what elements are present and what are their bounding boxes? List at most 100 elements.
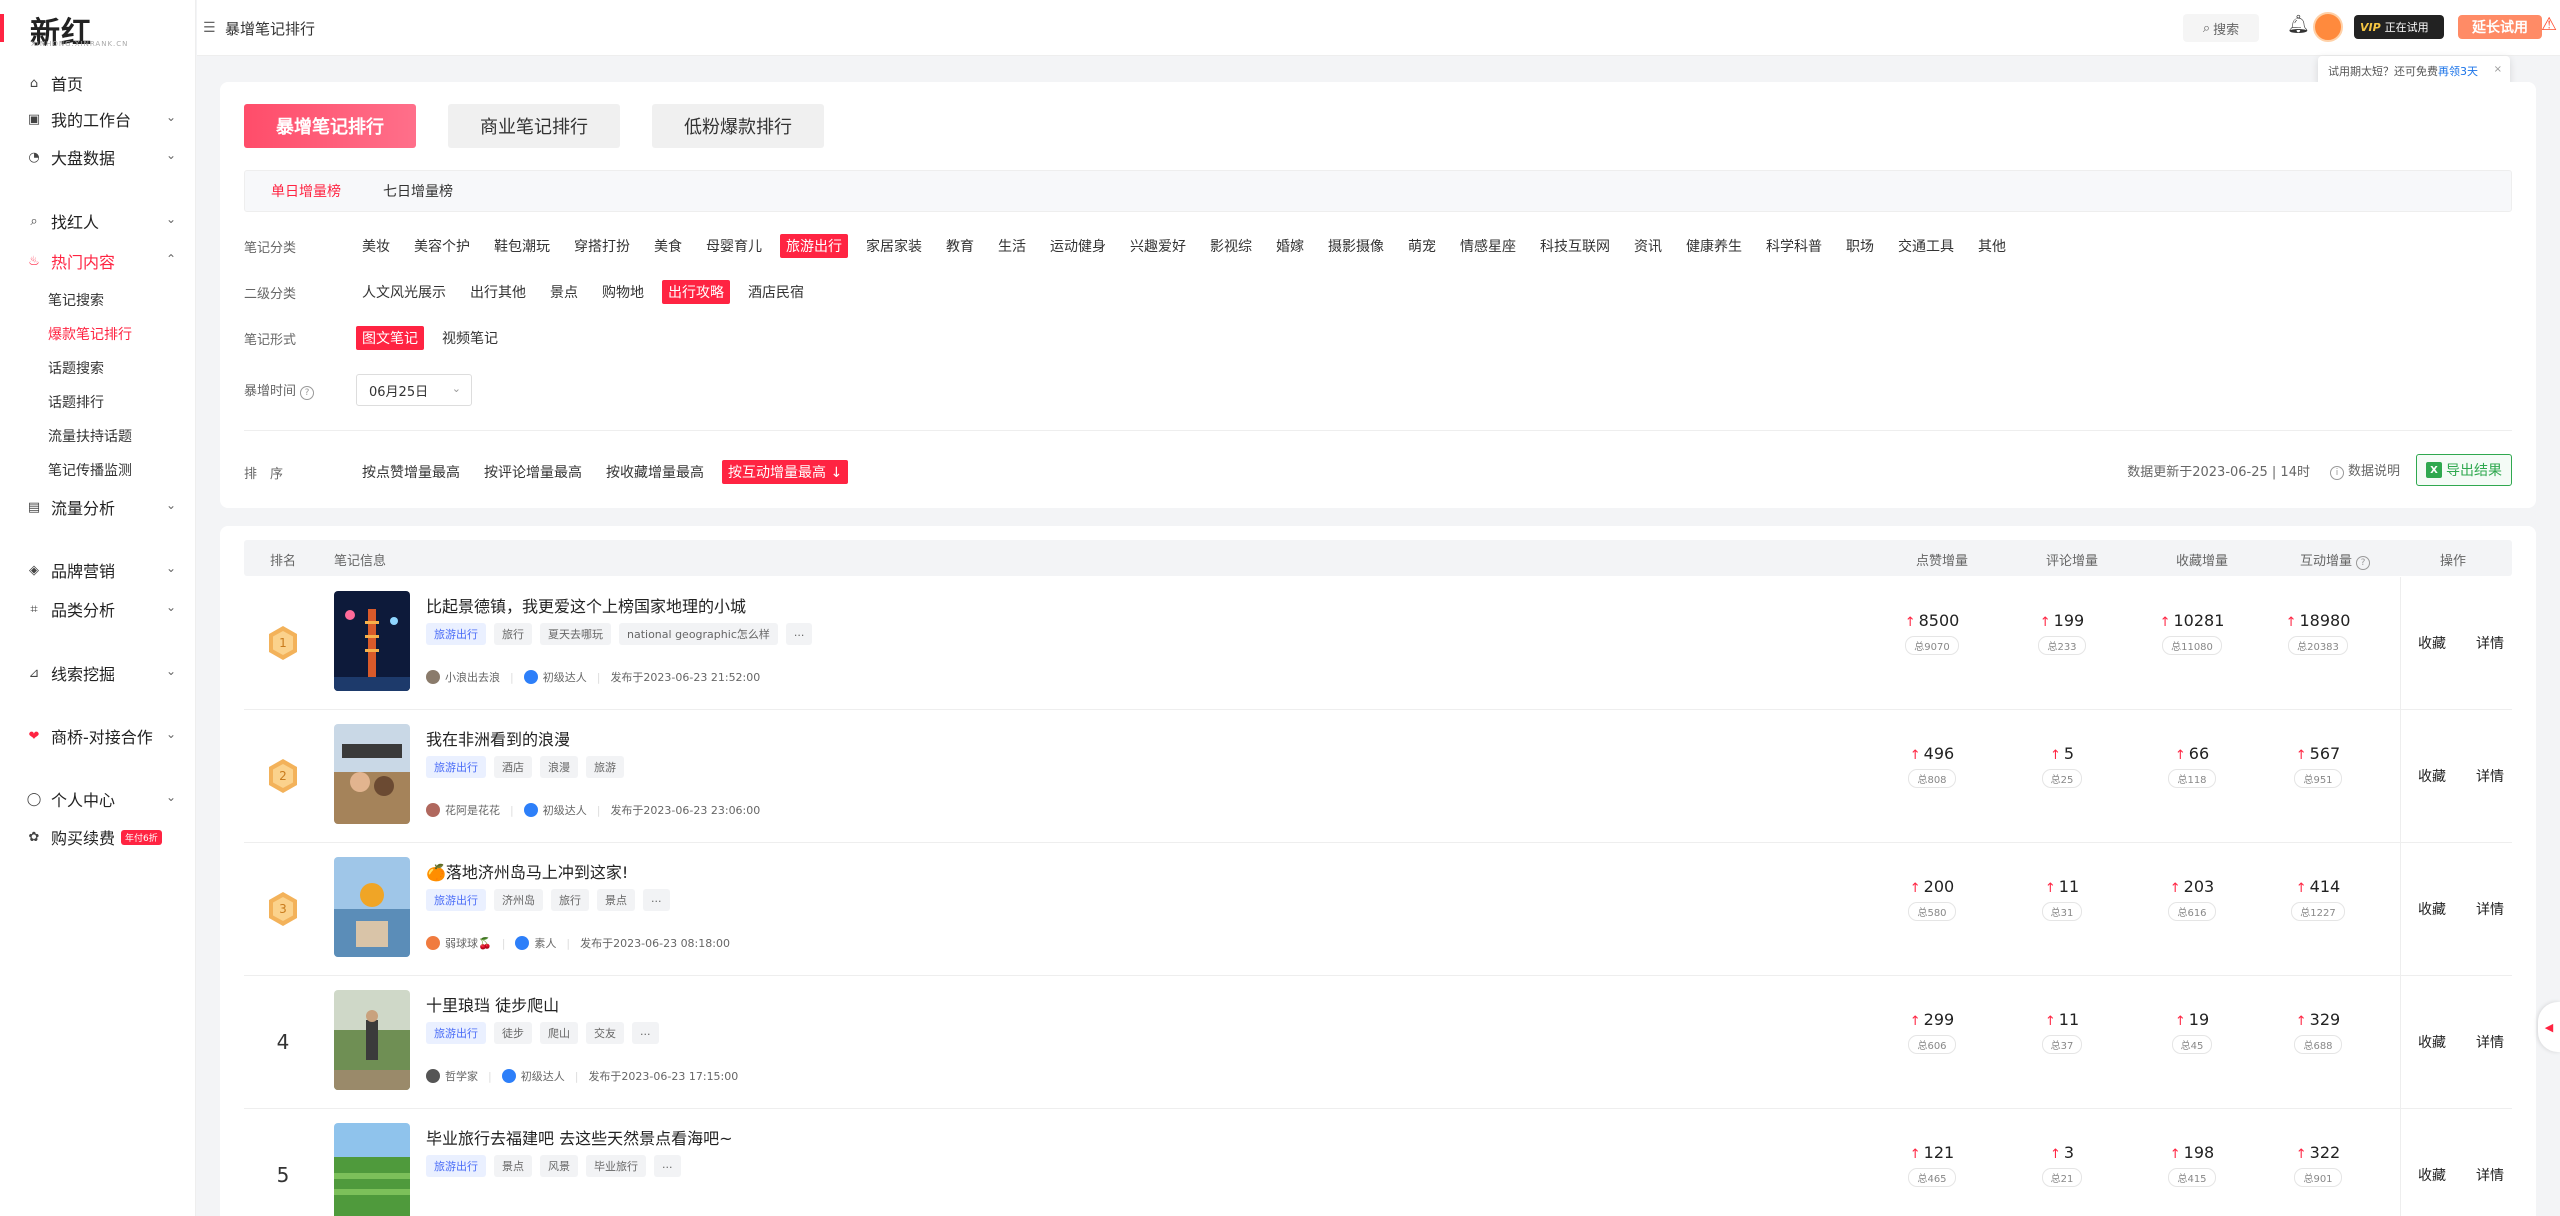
category-chip[interactable]: 婚嫁 — [1270, 234, 1310, 258]
vip-badge[interactable]: VIP 正在试用 — [2354, 15, 2444, 39]
category-chip[interactable]: 生活 — [992, 234, 1032, 258]
tab-surge-notes[interactable]: 暴增笔记排行 — [244, 104, 416, 148]
category-chip[interactable]: 资讯 — [1628, 234, 1668, 258]
note-title[interactable]: 比起景德镇，我更爱这个上榜国家地理的小城 — [426, 593, 746, 617]
menu-icon[interactable]: ☰ — [203, 20, 216, 36]
note-thumbnail[interactable] — [334, 1123, 410, 1216]
date-select[interactable]: 06月25日 ⌄ — [356, 374, 472, 406]
category-chip[interactable]: 情感星座 — [1454, 234, 1522, 258]
category-chip[interactable]: 教育 — [940, 234, 980, 258]
nav-traffic-analysis[interactable]: ▤ 流量分析 ⌄ — [0, 494, 196, 520]
subcategory-chip[interactable]: 购物地 — [596, 280, 650, 304]
collapse-arrow-icon[interactable]: ◀ — [2538, 1002, 2560, 1052]
collect-button[interactable]: 收藏 — [2418, 1165, 2446, 1185]
note-thumbnail[interactable] — [334, 591, 410, 691]
author-name[interactable]: 花阿是花花 — [445, 802, 500, 818]
subcategory-chip[interactable]: 人文风光展示 — [356, 280, 452, 304]
category-chip[interactable]: 影视综 — [1204, 234, 1258, 258]
sort-comments[interactable]: 按评论增量最高 — [478, 460, 588, 484]
detail-button[interactable]: 详情 — [2476, 633, 2504, 653]
close-icon[interactable]: × — [2494, 64, 2502, 75]
category-chip[interactable]: 摄影摄像 — [1322, 234, 1390, 258]
export-button[interactable]: X 导出结果 — [2416, 454, 2512, 486]
collect-button[interactable]: 收藏 — [2418, 633, 2446, 653]
more-tags[interactable]: ... — [643, 889, 670, 911]
more-tags[interactable]: ... — [785, 623, 813, 645]
collect-button[interactable]: 收藏 — [2418, 899, 2446, 919]
category-chip[interactable]: 家居家装 — [860, 234, 928, 258]
bell-icon[interactable]: 🔔︎ — [2287, 14, 2310, 35]
nav-home[interactable]: ⌂ 首页 — [0, 70, 196, 96]
category-chip[interactable]: 运动健身 — [1044, 234, 1112, 258]
more-tags[interactable]: ... — [654, 1155, 681, 1177]
nav-hot-content[interactable]: ♨ 热门内容 ⌃ — [0, 248, 196, 274]
warning-icon[interactable]: ⚠ — [2541, 14, 2557, 35]
subnav-traffic-topic[interactable]: 流量扶持话题 — [48, 426, 132, 446]
detail-button[interactable]: 详情 — [2476, 1165, 2504, 1185]
search-button[interactable]: ⌕ 搜索 — [2183, 14, 2259, 42]
category-chip[interactable]: 科技互联网 — [1534, 234, 1616, 258]
sort-collects[interactable]: 按收藏增量最高 — [600, 460, 710, 484]
category-chip[interactable]: 母婴育儿 — [700, 234, 768, 258]
nav-brand-marketing[interactable]: ◈ 品牌营销 ⌄ — [0, 557, 196, 583]
category-chip[interactable]: 美妆 — [356, 234, 396, 258]
note-title[interactable]: 毕业旅行去福建吧 去这些天然景点看海吧~ — [426, 1125, 733, 1149]
nav-clue-mining[interactable]: ⊿ 线索挖掘 ⌄ — [0, 660, 196, 686]
collect-button[interactable]: 收藏 — [2418, 766, 2446, 786]
note-thumbnail[interactable] — [334, 857, 410, 957]
collect-button[interactable]: 收藏 — [2418, 1032, 2446, 1052]
subtab-daily[interactable]: 单日增量榜 — [271, 181, 341, 201]
sort-likes[interactable]: 按点赞增量最高 — [356, 460, 466, 484]
author-name[interactable]: 哲学家 — [445, 1068, 478, 1084]
extend-trial-button[interactable]: 延长试用 — [2458, 15, 2542, 39]
help-icon[interactable]: ? — [2356, 556, 2371, 570]
note-title[interactable]: 十里琅珰 徒步爬山 — [426, 992, 559, 1016]
nav-workbench[interactable]: ▣ 我的工作台 ⌄ — [0, 106, 196, 132]
category-chip[interactable]: 美食 — [648, 234, 688, 258]
subcategory-chip-selected[interactable]: 出行攻略 — [662, 280, 730, 304]
nav-purchase[interactable]: ✿ 购买续费 年付6折 — [0, 824, 196, 850]
category-chip[interactable]: 兴趣爱好 — [1124, 234, 1192, 258]
category-chip[interactable]: 其他 — [1972, 234, 2012, 258]
category-chip[interactable]: 健康养生 — [1680, 234, 1748, 258]
nav-category-analysis[interactable]: ⌗ 品类分析 ⌄ — [0, 596, 196, 622]
nav-business-bridge[interactable]: ❤ 商桥-对接合作 ⌄ — [0, 723, 196, 749]
sort-interactions-selected[interactable]: 按互动增量最高 ↓ — [722, 460, 849, 484]
category-chip[interactable]: 美容个护 — [408, 234, 476, 258]
nav-personal-center[interactable]: ◯ 个人中心 ⌄ — [0, 786, 196, 812]
note-thumbnail[interactable] — [334, 724, 410, 824]
category-chip[interactable]: 穿搭打扮 — [568, 234, 636, 258]
detail-button[interactable]: 详情 — [2476, 766, 2504, 786]
subnav-viral-note-rank[interactable]: 爆款笔记排行 — [48, 324, 132, 344]
subtab-weekly[interactable]: 七日增量榜 — [383, 181, 453, 201]
detail-button[interactable]: 详情 — [2476, 1032, 2504, 1052]
subcategory-chip[interactable]: 酒店民宿 — [742, 280, 810, 304]
more-tags[interactable]: ... — [632, 1022, 659, 1044]
author-name[interactable]: 小浪出去浪 — [445, 669, 500, 685]
category-chip[interactable]: 职场 — [1840, 234, 1880, 258]
subcategory-chip[interactable]: 景点 — [544, 280, 584, 304]
tab-low-fan-viral[interactable]: 低粉爆款排行 — [652, 104, 824, 148]
category-chip[interactable]: 交通工具 — [1892, 234, 1960, 258]
category-chip-selected[interactable]: 旅游出行 — [780, 234, 848, 258]
subnav-note-search[interactable]: 笔记搜索 — [48, 290, 104, 310]
nav-dashboard[interactable]: ◔ 大盘数据 ⌄ — [0, 144, 196, 170]
category-chip[interactable]: 萌宠 — [1402, 234, 1442, 258]
form-chip-selected[interactable]: 图文笔记 — [356, 326, 424, 350]
note-title[interactable]: 🍊落地济州岛马上冲到这家! — [426, 859, 628, 883]
author-name[interactable]: 弱球球🍒 — [445, 935, 492, 951]
subcategory-chip[interactable]: 出行其他 — [464, 280, 532, 304]
detail-button[interactable]: 详情 — [2476, 899, 2504, 919]
note-thumbnail[interactable] — [334, 990, 410, 1090]
subnav-topic-rank[interactable]: 话题排行 — [48, 392, 104, 412]
category-chip[interactable]: 鞋包潮玩 — [488, 234, 556, 258]
help-icon[interactable]: ? — [300, 386, 315, 400]
subnav-note-monitor[interactable]: 笔记传播监测 — [48, 460, 132, 480]
trial-tip-link[interactable]: 再领3天 — [2438, 63, 2478, 79]
subnav-topic-search[interactable]: 话题搜索 — [48, 358, 104, 378]
nav-find-influencer[interactable]: ⌕ 找红人 ⌄ — [0, 208, 196, 234]
avatar[interactable] — [2313, 12, 2343, 42]
note-title[interactable]: 我在非洲看到的浪漫 — [426, 726, 570, 750]
category-chip[interactable]: 科学科普 — [1760, 234, 1828, 258]
form-chip[interactable]: 视频笔记 — [436, 326, 504, 350]
